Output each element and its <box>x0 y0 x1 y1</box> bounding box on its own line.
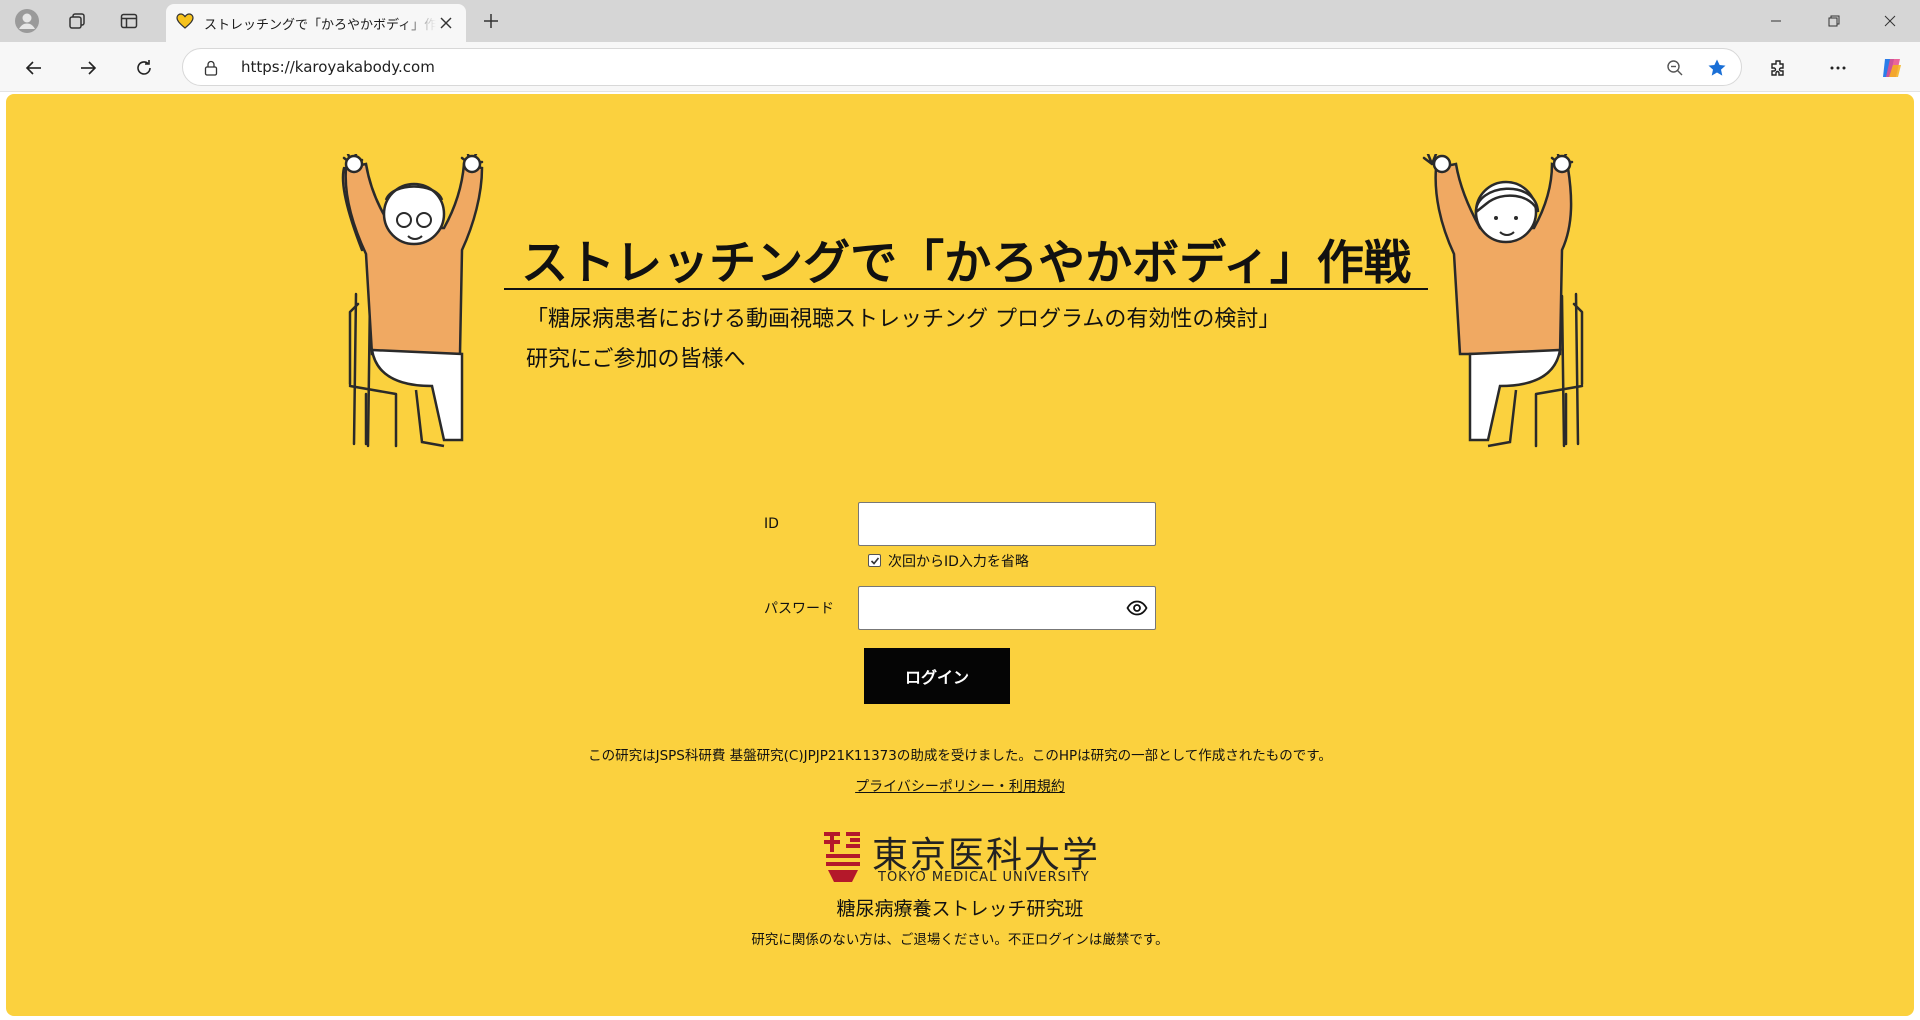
research-group-name: 糖尿病療養ストレッチ研究班 <box>836 898 1084 920</box>
remember-id-label[interactable]: 次回からID入力を省略 <box>888 551 1029 571</box>
profile-icon[interactable] <box>12 6 42 36</box>
unauthorized-warning: 研究に関係のない方は、ご退場ください。不正ログインは厳禁です。 <box>751 932 1169 948</box>
forward-icon[interactable] <box>72 52 104 84</box>
title-underline <box>504 288 1428 290</box>
minimize-icon[interactable] <box>1748 0 1804 42</box>
restore-icon[interactable] <box>1806 0 1862 42</box>
copilot-icon[interactable] <box>1876 52 1908 84</box>
page-subtitle: 「糖尿病患者における動画視聴ストレッチング プログラムの有効性の検討」 研究にご… <box>526 300 1280 380</box>
page-body: ストレッチングで「かろやかボディ」作戦 「糖尿病患者における動画視聴ストレッチン… <box>6 94 1914 1016</box>
favorite-star-icon[interactable] <box>1705 56 1729 80</box>
more-menu-icon[interactable] <box>1822 52 1854 84</box>
subtitle-line-2: 研究にご参加の皆様へ <box>526 347 746 372</box>
collections-icon[interactable] <box>62 6 92 36</box>
login-button[interactable]: ログイン <box>864 648 1010 704</box>
privacy-link-row: プライバシーポリシー・利用規約 <box>6 776 1914 796</box>
grant-note: この研究はJSPS科研費 基盤研究(C)JPJP21K11373の助成を受けまし… <box>588 748 1332 764</box>
show-password-eye-icon[interactable] <box>1125 597 1149 619</box>
close-window-icon[interactable] <box>1862 0 1918 42</box>
page-title: ストレッチングで「かろやかボディ」作戦 <box>521 236 1411 291</box>
tab-close-icon[interactable] <box>436 13 456 33</box>
heart-favicon-icon <box>176 13 194 33</box>
zoom-out-icon[interactable] <box>1663 56 1687 80</box>
university-logo-icon <box>824 832 860 882</box>
password-input[interactable] <box>858 586 1156 630</box>
back-icon[interactable] <box>18 52 50 84</box>
address-bar[interactable]: https://karoyakabody.com <box>182 48 1742 86</box>
browser-title-bar: ストレッチングで「かろやかボディ」作戦 <box>0 0 1920 42</box>
vertical-tabs-icon[interactable] <box>114 6 144 36</box>
extensions-icon[interactable] <box>1762 52 1794 84</box>
subtitle-line-1: 「糖尿病患者における動画視聴ストレッチング プログラムの有効性の検討」 <box>526 307 1281 332</box>
id-label: ID <box>764 516 779 532</box>
browser-tab[interactable]: ストレッチングで「かろやかボディ」作戦 <box>166 4 466 42</box>
url-text[interactable]: https://karoyakabody.com <box>241 58 435 76</box>
remember-id-checkbox[interactable] <box>868 554 881 567</box>
elderly-man-illustration <box>341 154 484 448</box>
privacy-policy-link[interactable]: プライバシーポリシー・利用規約 <box>855 779 1065 795</box>
new-tab-icon[interactable] <box>476 6 506 36</box>
password-label: パスワード <box>764 601 834 617</box>
university-name-english: TOKYO MEDICAL UNIVERSITY <box>878 870 1090 885</box>
tab-title: ストレッチングで「かろやかボディ」作戦 <box>204 17 436 33</box>
id-input[interactable] <box>858 502 1156 546</box>
lock-icon[interactable] <box>199 56 223 80</box>
browser-toolbar: https://karoyakabody.com <box>0 42 1920 92</box>
refresh-icon[interactable] <box>128 52 160 84</box>
elderly-woman-illustration <box>1422 154 1584 448</box>
